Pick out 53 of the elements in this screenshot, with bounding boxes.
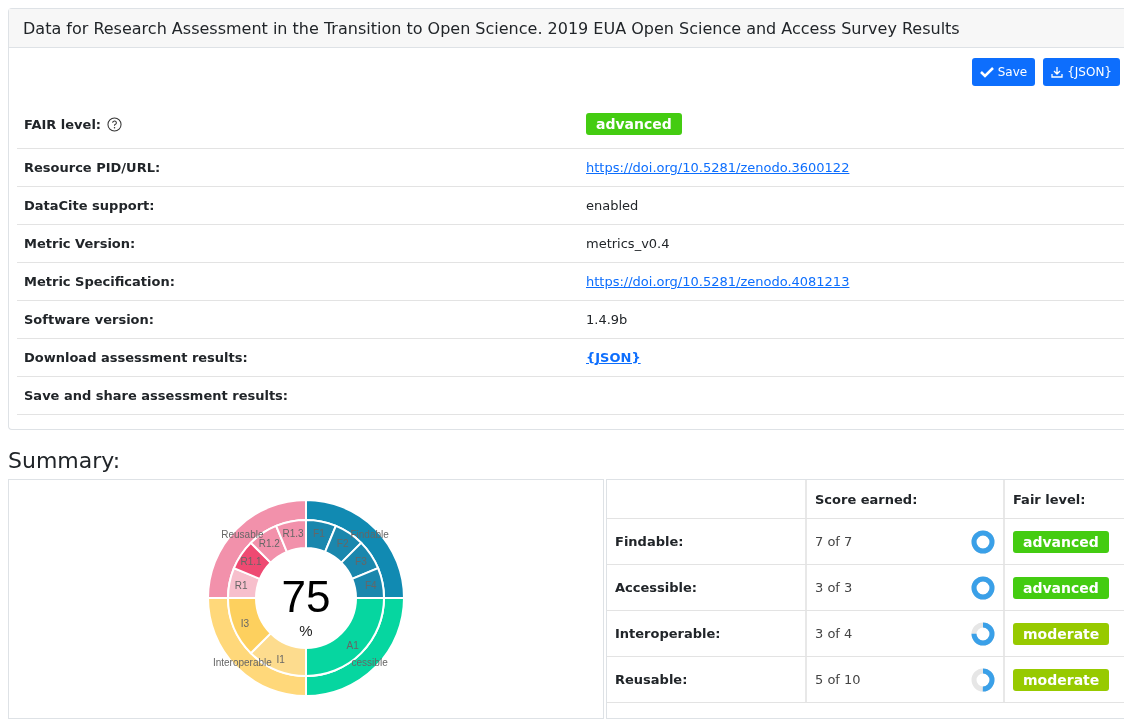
card-title: Data for Research Assessment in the Transition to Open Science. 2019 EUA Open Science and Access Survey Results bbox=[23, 19, 960, 38]
fair-level-badge: moderate bbox=[1013, 668, 1110, 691]
save-button[interactable]: Save bbox=[971, 58, 1036, 86]
score-value: 75 bbox=[281, 572, 331, 621]
link[interactable]: https://doi.org/10.5281/zenodo.4081213 bbox=[586, 274, 850, 289]
detail-label: Metric Specification: bbox=[24, 274, 175, 289]
row-label: Interoperable: bbox=[615, 626, 721, 641]
download-link[interactable]: {JSON} bbox=[586, 350, 641, 365]
detail-label: Download assessment results: bbox=[24, 350, 248, 365]
detail-label: Resource PID/URL: bbox=[24, 160, 161, 175]
detail-label: FAIR level: bbox=[24, 116, 102, 132]
check-icon bbox=[979, 66, 994, 78]
segment-label: A1 bbox=[346, 639, 359, 651]
download-icon bbox=[1051, 66, 1064, 78]
summary-heading: Summary: bbox=[8, 448, 122, 473]
detail-value: 1.4.9b bbox=[586, 312, 628, 327]
score-donut-icon bbox=[971, 575, 995, 600]
help-icon[interactable] bbox=[107, 116, 123, 132]
score-text: 3 of 4 bbox=[815, 626, 853, 641]
segment-label: I1 bbox=[276, 654, 285, 665]
segment-label: R1.3 bbox=[282, 528, 304, 540]
detail-value: enabled bbox=[586, 198, 639, 213]
link[interactable]: https://doi.org/10.5281/zenodo.3600122 bbox=[586, 160, 850, 175]
segment-label: F2 bbox=[336, 538, 349, 550]
segment-label: I3 bbox=[240, 618, 250, 630]
score-donut-icon bbox=[971, 621, 995, 646]
detail-label: DataCite support: bbox=[24, 198, 155, 213]
row-label: Accessible: bbox=[615, 580, 697, 595]
row-label: Findable: bbox=[615, 534, 684, 549]
column-header: Fair level: bbox=[1013, 491, 1086, 507]
segment-label: F4 bbox=[364, 580, 377, 592]
detail-label: Software version: bbox=[24, 312, 154, 327]
fair-level-badge: advanced bbox=[1013, 530, 1109, 553]
score-text: 5 of 10 bbox=[815, 672, 861, 687]
segment-label: R1 bbox=[234, 580, 248, 592]
segment-label: R1.2 bbox=[258, 538, 280, 550]
fair-level-badge: advanced bbox=[586, 113, 682, 135]
segment-label: R1.1 bbox=[240, 556, 262, 568]
detail-label: Metric Version: bbox=[24, 236, 136, 251]
score-text: 7 of 7 bbox=[815, 534, 853, 549]
segment-label: F1 bbox=[313, 528, 325, 540]
segment-label: F3 bbox=[355, 556, 367, 568]
score-donut-icon bbox=[971, 529, 995, 554]
detail-value: metrics_v0.4 bbox=[586, 236, 670, 251]
row-label: Reusable: bbox=[615, 672, 688, 687]
score-unit: % bbox=[299, 622, 313, 639]
detail-label: Save and share assessment results: bbox=[24, 388, 289, 403]
fair-level-badge: advanced bbox=[1013, 576, 1109, 599]
score-text: 3 of 3 bbox=[815, 580, 853, 595]
column-header: Score earned: bbox=[815, 491, 918, 507]
download-button[interactable]: {JSON} bbox=[1043, 58, 1120, 86]
fair-level-badge: moderate bbox=[1013, 622, 1110, 645]
score-donut-icon bbox=[971, 667, 995, 692]
